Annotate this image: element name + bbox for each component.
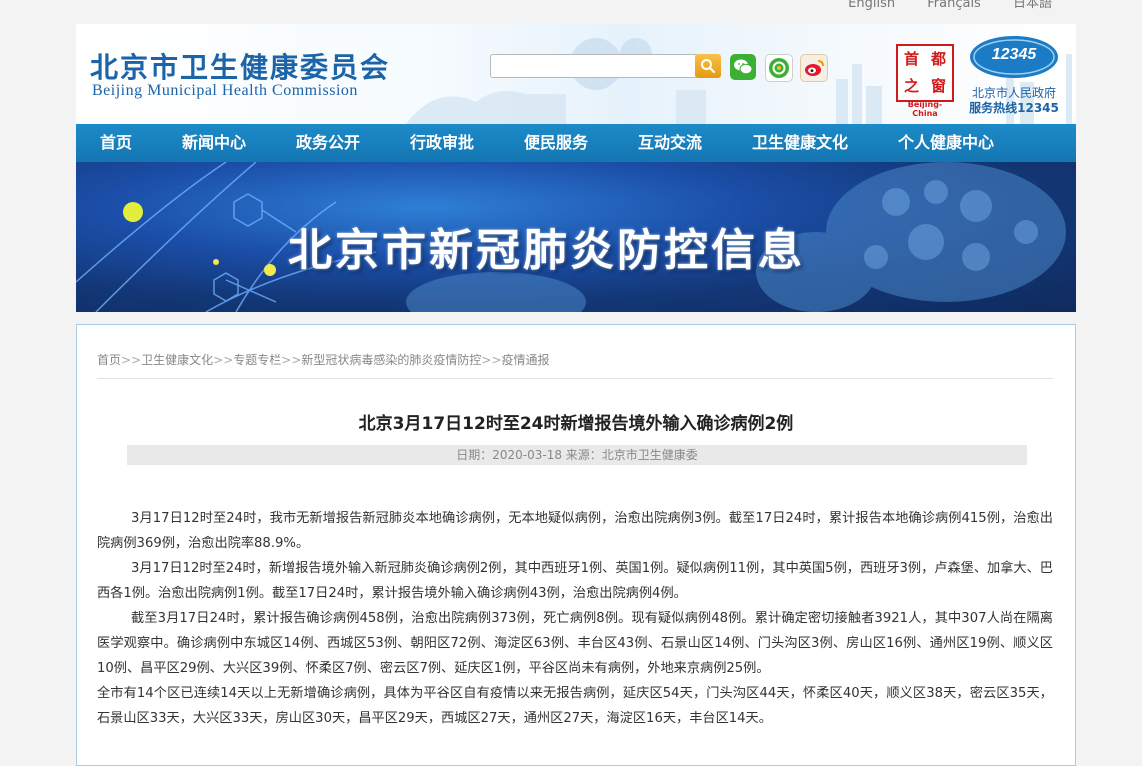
nav-item-gov-affairs[interactable]: 政务公开 [296, 124, 360, 162]
lang-japanese-link[interactable]: 日本語 [1013, 0, 1052, 11]
nav-item-home[interactable]: 首页 [100, 124, 132, 162]
hotline-number: 12345 [992, 46, 1038, 63]
site-logo-subtitle[interactable]: Beijing Municipal Health Commission [92, 82, 358, 100]
site-header: 北京市卫生健康委员会 Beijing Municipal Health Comm… [76, 24, 1076, 124]
weibo-icon [805, 60, 824, 76]
hotline-logo[interactable]: 12345 [968, 34, 1060, 80]
hotline-caption: 北京市人民政府 服务热线12345 [962, 86, 1066, 116]
breadcrumb-separator: >> [121, 353, 142, 367]
breadcrumb-special-topics[interactable]: 专题专栏 [233, 353, 281, 367]
hotline-caption-line1: 北京市人民政府 [971, 86, 1056, 100]
article-body: 3月17日12时至24时，我市无新增报告新冠肺炎本地确诊病例，无本地疑似病例，治… [97, 506, 1053, 731]
weibo-button[interactable] [800, 54, 828, 82]
nav-item-personal-health[interactable]: 个人健康中心 [898, 124, 994, 162]
language-bar: English Français 日本語 [820, 0, 1052, 11]
mini-program-icon [769, 58, 789, 78]
capital-char: 之 [903, 77, 919, 95]
article-title: 北京3月17日12时至24时新增报告境外输入确诊病例2例 [358, 414, 794, 434]
article-paragraph: 3月17日12时至24时，我市无新增报告新冠肺炎本地确诊病例，无本地疑似病例，治… [97, 511, 1053, 551]
breadcrumb-epidemic-report[interactable]: 疫情通报 [502, 353, 550, 367]
search-box [490, 54, 698, 78]
article-paragraph: 3月17日12时至24时，新增报告境外输入新冠肺炎确诊病例2例，其中西班牙1例、… [97, 561, 1053, 601]
hotline-caption-line2: 服务热线12345 [969, 101, 1059, 115]
wechat-button[interactable] [730, 54, 756, 80]
article-paragraph: 全市有14个区已连续14天以上无新增确诊病例，具体为平谷区自有疫情以来无报告病例… [97, 686, 1053, 726]
breadcrumb-separator: >> [213, 353, 234, 367]
nav-item-interaction[interactable]: 互动交流 [638, 124, 702, 162]
capital-window-subtitle: Beijing-China [907, 100, 943, 118]
site-logo-title[interactable]: 北京市卫生健康委员会 [90, 46, 390, 86]
main-nav: 首页 新闻中心 政务公开 行政审批 便民服务 互动交流 卫生健康文化 个人健康中… [76, 124, 1076, 162]
nav-item-admin-approval[interactable]: 行政审批 [410, 124, 474, 162]
article-panel: 首页>>卫生健康文化>>专题专栏>>新型冠状病毒感染的肺炎疫情防控>>疫情通报 … [76, 324, 1076, 766]
nav-item-health-culture[interactable]: 卫生健康文化 [752, 124, 848, 162]
breadcrumb-separator: >> [481, 353, 502, 367]
breadcrumb-separator: >> [281, 353, 302, 367]
capital-char: 首 [903, 50, 919, 68]
lang-french-link[interactable]: Français [927, 0, 981, 11]
breadcrumb-home[interactable]: 首页 [97, 353, 121, 367]
nav-item-services[interactable]: 便民服务 [524, 124, 588, 162]
wechat-icon [734, 59, 753, 75]
capital-char: 窗 [930, 77, 946, 95]
capital-window-logo[interactable]: 首 都 之 窗 [896, 44, 954, 102]
search-icon [701, 59, 716, 74]
nav-item-news[interactable]: 新闻中心 [182, 124, 246, 162]
breadcrumb-health-culture[interactable]: 卫生健康文化 [141, 353, 213, 367]
breadcrumb-epidemic-control[interactable]: 新型冠状病毒感染的肺炎疫情防控 [301, 353, 481, 367]
search-button[interactable] [695, 54, 721, 78]
capital-char: 都 [930, 50, 946, 68]
search-input[interactable] [491, 56, 697, 76]
article-paragraph: 截至3月17日24时，累计报告确诊病例458例，治愈出院病例373例，死亡病例8… [97, 611, 1053, 676]
breadcrumb: 首页>>卫生健康文化>>专题专栏>>新型冠状病毒感染的肺炎疫情防控>>疫情通报 [97, 351, 1053, 379]
banner-title: 北京市新冠肺炎防控信息 [288, 225, 805, 276]
mini-program-button[interactable] [765, 54, 793, 82]
lang-english-link[interactable]: English [848, 0, 895, 11]
article-meta: 日期：2020-03-18 来源：北京市卫生健康委 [127, 445, 1027, 465]
covid-banner[interactable]: 北京市新冠肺炎防控信息 [76, 162, 1076, 312]
